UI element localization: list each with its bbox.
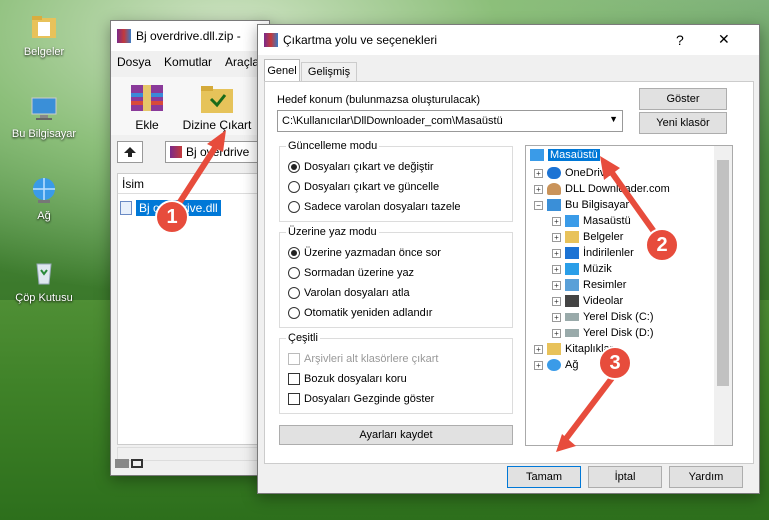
callout-1: 1	[155, 200, 189, 234]
callout-2: 2	[645, 228, 679, 262]
arrow-to-extract	[175, 138, 223, 207]
arrow-to-ok	[562, 376, 615, 442]
arrow-head-extract	[207, 130, 226, 152]
callout-3: 3	[598, 346, 632, 380]
